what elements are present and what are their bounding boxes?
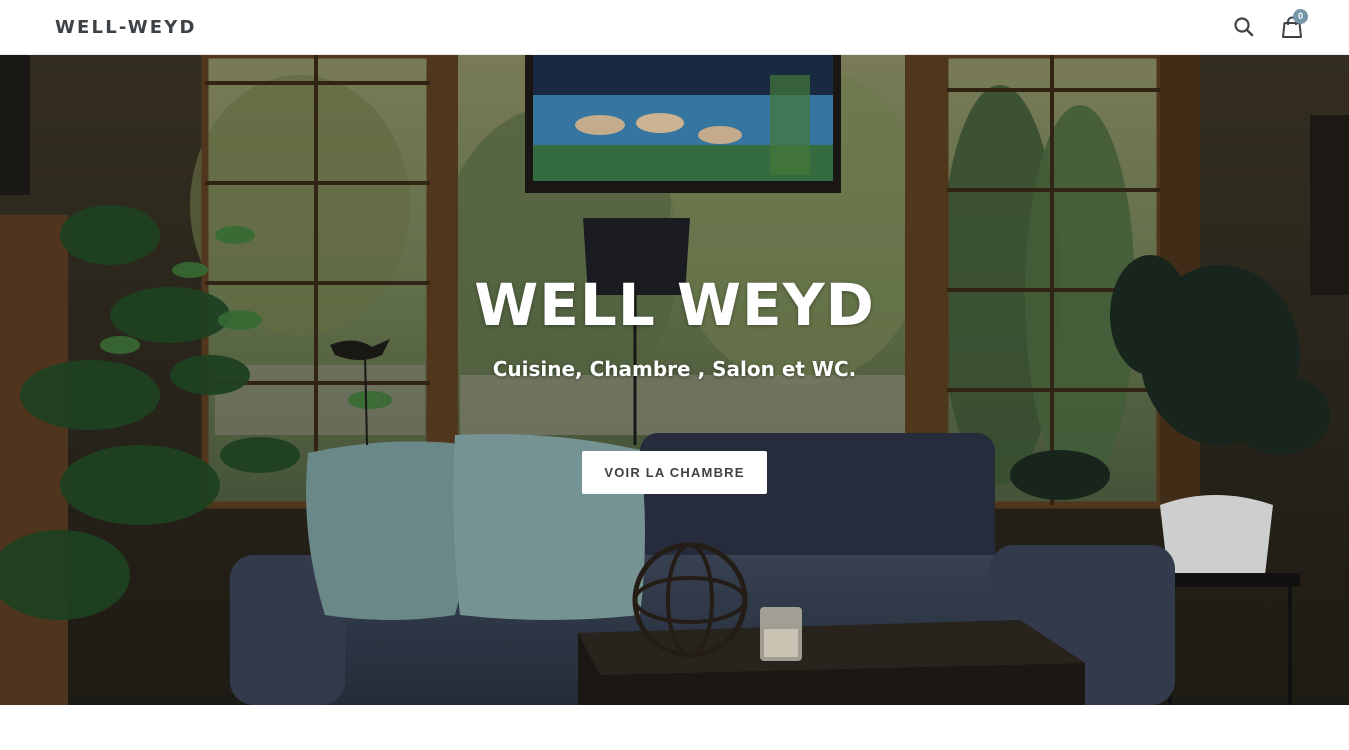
- site-header: WELL-WEYD 0: [0, 0, 1349, 55]
- view-room-button[interactable]: VOIR LA CHAMBRE: [582, 451, 767, 494]
- cart-count-badge: 0: [1293, 9, 1308, 24]
- hero-subtitle: Cuisine, Chambre , Salon et WC.: [492, 357, 857, 381]
- search-button[interactable]: [1231, 14, 1257, 40]
- search-icon: [1234, 17, 1254, 37]
- hero-banner: WELL WEYD Cuisine, Chambre , Salon et WC…: [0, 55, 1349, 705]
- site-logo[interactable]: WELL-WEYD: [55, 17, 197, 38]
- hero-title: WELL WEYD: [474, 271, 875, 339]
